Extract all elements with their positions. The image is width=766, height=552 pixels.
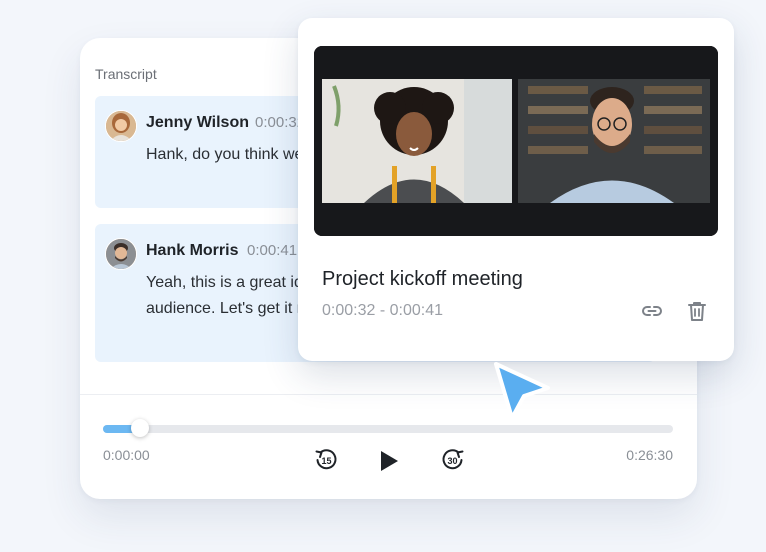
video-thumbnail[interactable] — [314, 46, 718, 236]
delete-button[interactable] — [686, 300, 708, 322]
rewind-seconds-label: 15 — [321, 456, 331, 466]
speaker-name: Hank Morris — [146, 242, 239, 259]
transcript-title: Transcript — [95, 66, 157, 82]
total-time: 0:26:30 — [626, 447, 673, 463]
current-time: 0:00:00 — [103, 447, 150, 463]
clip-title: Project kickoff meeting — [322, 268, 523, 290]
pointer-cursor-icon — [490, 358, 554, 424]
playback-slider[interactable] — [103, 419, 673, 437]
avatar — [105, 110, 137, 142]
clip-time-range: 0:00:32 - 0:00:41 — [322, 302, 443, 319]
rewind-icon: 15 — [315, 449, 337, 470]
clip-popup: Project kickoff meeting 0:00:32 - 0:00:4… — [298, 18, 734, 361]
speaker-name: Jenny Wilson — [146, 114, 249, 131]
copy-link-button[interactable] — [640, 300, 664, 322]
divider — [80, 394, 697, 395]
forward-30-button[interactable]: 30 — [440, 447, 466, 473]
avatar — [105, 238, 137, 270]
play-button[interactable] — [376, 448, 402, 474]
forward-icon: 30 — [442, 449, 464, 470]
message-timestamp[interactable]: 0:00:41 — [247, 242, 297, 259]
video-frame — [314, 46, 718, 236]
forward-seconds-label: 30 — [447, 456, 457, 466]
playback-handle[interactable] — [131, 419, 150, 437]
play-icon — [381, 451, 398, 471]
link-icon — [642, 306, 662, 316]
rewind-15-button[interactable]: 15 — [313, 447, 339, 473]
trash-icon — [688, 302, 706, 321]
